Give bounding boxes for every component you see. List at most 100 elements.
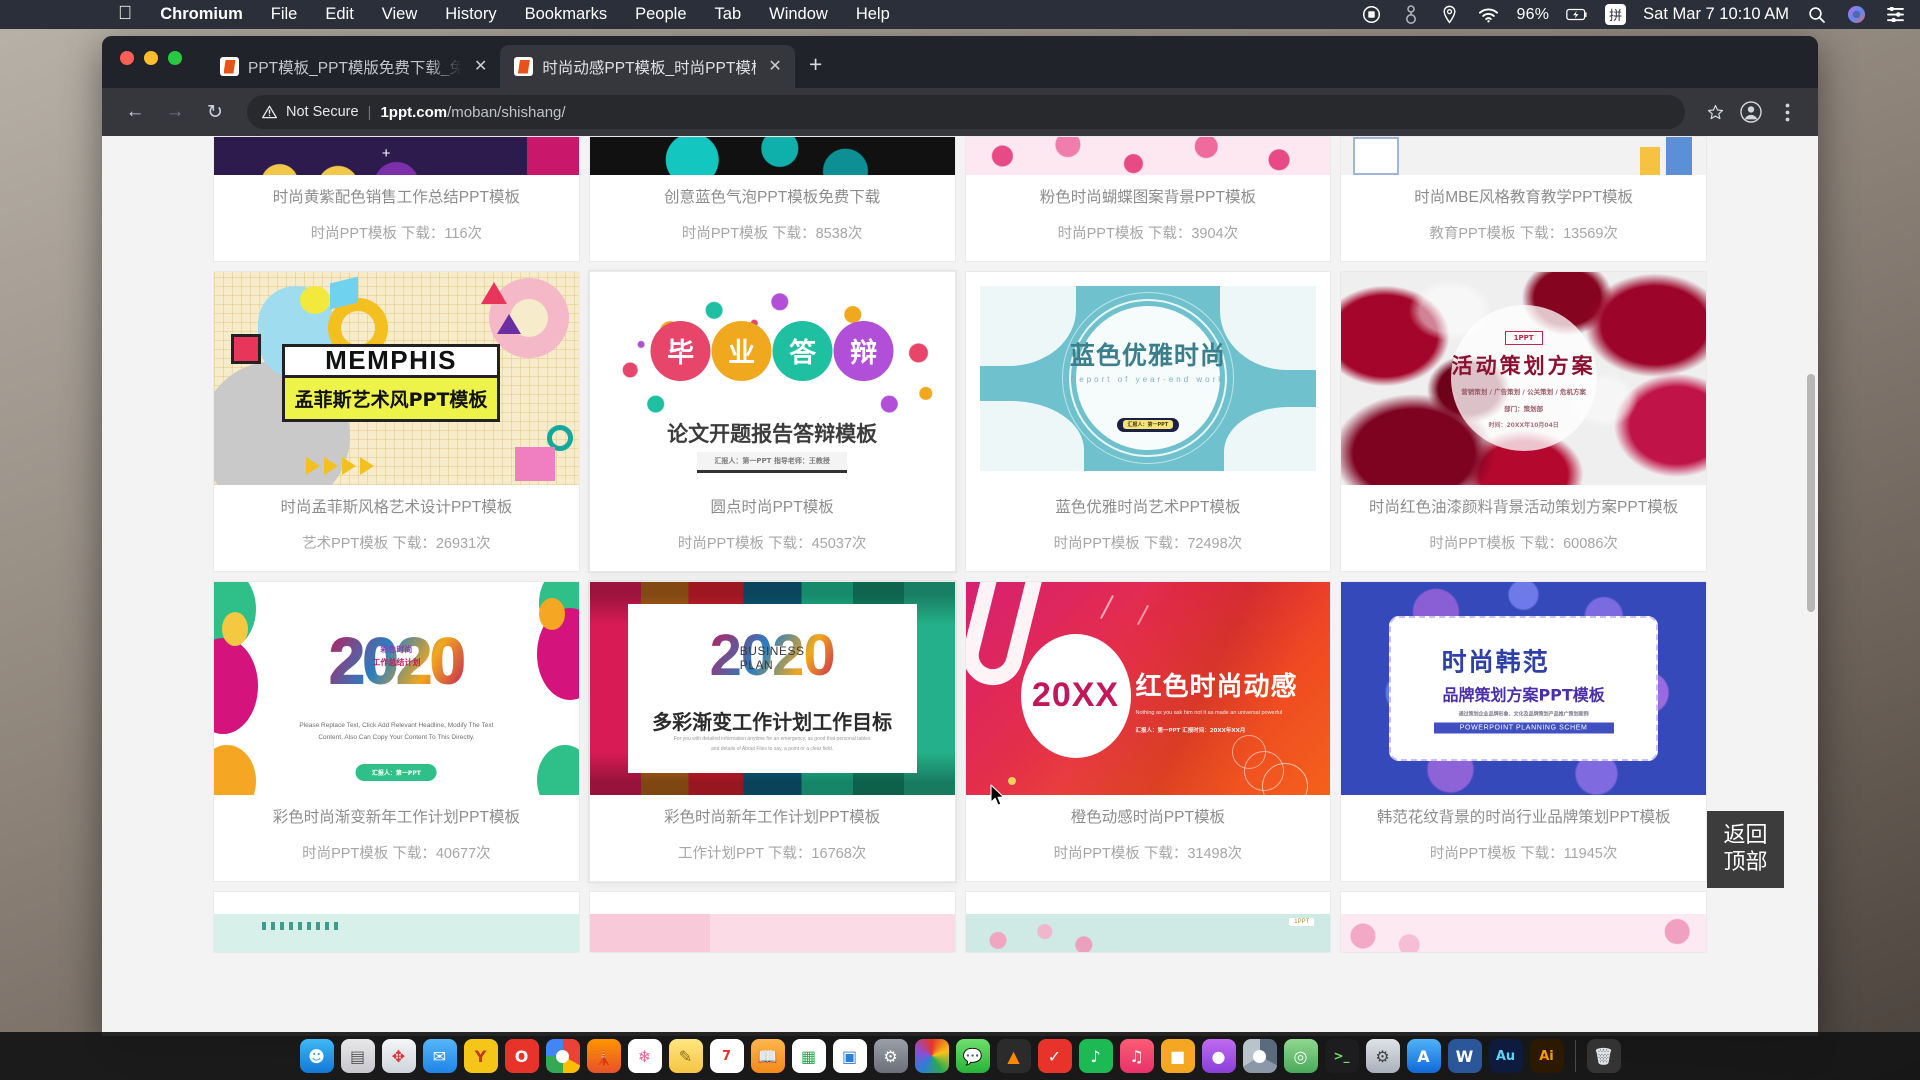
minimize-window-button[interactable] xyxy=(144,51,158,65)
template-thumbnail[interactable]: + xyxy=(214,137,579,175)
yandex-icon[interactable]: Y xyxy=(463,1039,498,1073)
menu-item-help[interactable]: Help xyxy=(842,0,904,29)
template-thumbnail[interactable]: 2020 彩色时尚 工作总结计划 Please Replace Text, Cl… xyxy=(214,581,579,795)
menubar-datetime[interactable]: Sat Mar 7 10:10 AM xyxy=(1643,5,1789,24)
new-tab-button[interactable]: + xyxy=(809,53,822,76)
template-title[interactable]: 彩色时尚新年工作计划PPT模板 xyxy=(598,808,947,829)
siri-icon[interactable] xyxy=(1845,4,1867,26)
maps-icon[interactable]: ◎ xyxy=(1283,1039,1318,1073)
chromium-icon[interactable] xyxy=(1242,1039,1277,1073)
appstore-icon[interactable]: A xyxy=(1406,1039,1441,1073)
template-card[interactable] xyxy=(213,890,580,953)
template-card[interactable] xyxy=(1340,890,1707,953)
back-to-top-button[interactable]: 返回 顶部 xyxy=(1707,811,1784,888)
menu-item-bookmarks[interactable]: Bookmarks xyxy=(511,0,622,29)
template-thumbnail[interactable]: 蓝色优雅时尚 Report of year-end work 汇报人：第一PPT xyxy=(965,271,1331,485)
template-title[interactable]: 时尚MBE风格教育教学PPT模板 xyxy=(1349,188,1698,209)
maximize-window-button[interactable] xyxy=(168,51,182,65)
template-title[interactable]: 时尚黄紫配色销售工作总结PPT模板 xyxy=(222,188,571,209)
template-card[interactable] xyxy=(588,890,956,953)
trash-icon[interactable]: 🗑 xyxy=(1586,1039,1621,1073)
template-card[interactable]: 2020 彩色时尚 工作总结计划 Please Replace Text, Cl… xyxy=(213,580,580,882)
launchpad-icon[interactable]: ▤ xyxy=(340,1039,375,1073)
podcasts-icon[interactable]: ● xyxy=(1201,1039,1236,1073)
template-card[interactable]: 2020 BUSINESS PLAN 多彩渐变工作计划工作目标 For you … xyxy=(588,580,956,882)
template-thumbnail[interactable]: 1PPT xyxy=(965,891,1331,952)
template-thumbnail[interactable] xyxy=(1341,891,1706,952)
apple-logo-icon[interactable]:  xyxy=(118,0,146,28)
template-title[interactable]: 创意蓝色气泡PPT模板免费下载 xyxy=(598,188,947,209)
template-title[interactable]: 圆点时尚PPT模板 xyxy=(598,498,947,519)
colorsync-icon[interactable] xyxy=(914,1039,949,1073)
finder-icon[interactable]: ☻ xyxy=(299,1039,334,1073)
account-avatar-icon[interactable] xyxy=(1736,97,1766,127)
template-title[interactable]: 韩范花纹背景的时尚行业品牌策划PPT模板 xyxy=(1349,808,1698,829)
input-method-icon[interactable]: 拼 xyxy=(1605,4,1627,25)
address-bar[interactable]: Not Secure | 1ppt.com/moban/shishang/ xyxy=(247,95,1685,129)
notes-icon[interactable]: ✎ xyxy=(668,1039,703,1073)
reload-icon[interactable]: ↻ xyxy=(198,95,232,129)
warning-triangle-icon[interactable] xyxy=(262,105,277,119)
template-title[interactable]: 橙色动感时尚PPT模板 xyxy=(974,808,1323,829)
vlc-icon[interactable]: ▲ xyxy=(996,1039,1031,1073)
template-title[interactable]: 彩色时尚渐变新年工作计划PPT模板 xyxy=(222,808,571,829)
template-card[interactable]: 创意蓝色气泡PPT模板免费下载 时尚PPT模板 下载：8538次 xyxy=(588,136,956,262)
menu-item-history[interactable]: History xyxy=(431,0,510,29)
template-card[interactable]: 20XX 红色时尚动感 Nothing as you ask him not i… xyxy=(964,580,1332,882)
battery-charging-icon[interactable] xyxy=(1566,4,1588,26)
menu-item-view[interactable]: View xyxy=(368,0,431,29)
template-thumbnail[interactable]: 时尚韩范 品牌策划方案PPT模板 通过策划企业品牌形象、文化及品牌策划产品推广策… xyxy=(1341,581,1706,795)
ai-icon[interactable]: Ai xyxy=(1529,1039,1564,1073)
photos-icon[interactable]: ❄ xyxy=(627,1039,662,1073)
template-card[interactable]: 时尚韩范 品牌策划方案PPT模板 通过策划企业品牌形象、文化及品牌策划产品推广策… xyxy=(1340,580,1707,882)
close-icon[interactable]: ✕ xyxy=(471,57,490,77)
template-title[interactable]: 蓝色优雅时尚艺术PPT模板 xyxy=(974,498,1323,519)
template-thumbnail[interactable]: 2020 BUSINESS PLAN 多彩渐变工作计划工作目标 For you … xyxy=(589,581,955,795)
menu-item-chromium[interactable]: Chromium xyxy=(146,0,257,29)
word-icon[interactable]: W xyxy=(1447,1039,1482,1073)
keynote-icon[interactable]: ▣ xyxy=(832,1039,867,1073)
menu-item-window[interactable]: Window xyxy=(755,0,842,29)
spotify-icon[interactable]: ♪ xyxy=(1078,1039,1113,1073)
menu-item-tab[interactable]: Tab xyxy=(701,0,756,29)
template-thumbnail[interactable] xyxy=(965,137,1331,175)
page-scrollbar-thumb[interactable] xyxy=(1807,374,1815,612)
template-thumbnail[interactable]: 毕 业 答 辩 论文开题报告答辩模板 汇报人：第一PPT 指导老师：王教授 xyxy=(589,271,955,485)
template-card[interactable]: 蓝色优雅时尚 Report of year-end work 汇报人：第一PPT… xyxy=(964,270,1332,572)
template-thumbnail[interactable] xyxy=(589,137,955,175)
template-card[interactable]: 时尚MBE风格教育教学PPT模板 教育PPT模板 下载：13569次 xyxy=(1340,136,1707,262)
opera-icon[interactable]: O xyxy=(504,1039,539,1073)
music-icon[interactable]: ♫ xyxy=(1119,1039,1154,1073)
preferences-icon[interactable]: ⚙ xyxy=(873,1039,908,1073)
template-thumbnail[interactable] xyxy=(1341,137,1706,175)
chrome-icon[interactable] xyxy=(545,1039,580,1073)
three-dot-menu-icon[interactable] xyxy=(1772,97,1802,127)
numbers-icon[interactable]: ▦ xyxy=(791,1039,826,1073)
back-arrow-icon[interactable]: ← xyxy=(118,95,152,129)
template-title[interactable]: 时尚孟菲斯风格艺术设计PPT模板 xyxy=(222,498,571,519)
template-thumbnail[interactable] xyxy=(214,891,579,952)
screen-recording-icon[interactable] xyxy=(1361,4,1383,26)
template-title[interactable]: 粉色时尚蝴蝶图案背景PPT模板 xyxy=(974,188,1323,209)
menu-item-edit[interactable]: Edit xyxy=(311,0,367,29)
wifi-icon[interactable] xyxy=(1478,4,1500,26)
books-icon[interactable]: 📖 xyxy=(750,1039,785,1073)
mail-icon[interactable]: ✉ xyxy=(422,1039,457,1073)
menu-item-file[interactable]: File xyxy=(257,0,312,29)
firefox-icon[interactable]: 🗼 xyxy=(586,1039,621,1073)
template-title[interactable]: 时尚红色油漆颜料背景活动策划方案PPT模板 xyxy=(1349,498,1698,519)
template-thumbnail[interactable]: MEMPHIS 孟菲斯艺术风PPT模板 xyxy=(214,271,579,485)
safari-icon[interactable]: ✥ xyxy=(381,1039,416,1073)
au-icon[interactable]: Au xyxy=(1488,1039,1523,1073)
spotlight-search-icon[interactable] xyxy=(1806,4,1828,26)
forward-arrow-icon[interactable]: → xyxy=(158,95,192,129)
calendar-icon[interactable]: 7 xyxy=(709,1039,744,1073)
browser-tab-2[interactable]: 时尚动感PPT模板_时尚PPT模板 ✕ xyxy=(500,45,795,88)
template-card[interactable]: 粉色时尚蝴蝶图案背景PPT模板 时尚PPT模板 下载：3904次 xyxy=(964,136,1332,262)
close-icon[interactable]: ✕ xyxy=(765,57,784,77)
template-thumbnail[interactable] xyxy=(589,891,955,952)
store-icon[interactable]: ■ xyxy=(1160,1039,1195,1073)
sound-icon[interactable] xyxy=(1400,4,1422,26)
control-center-icon[interactable] xyxy=(1884,4,1906,26)
location-icon[interactable] xyxy=(1439,4,1461,26)
